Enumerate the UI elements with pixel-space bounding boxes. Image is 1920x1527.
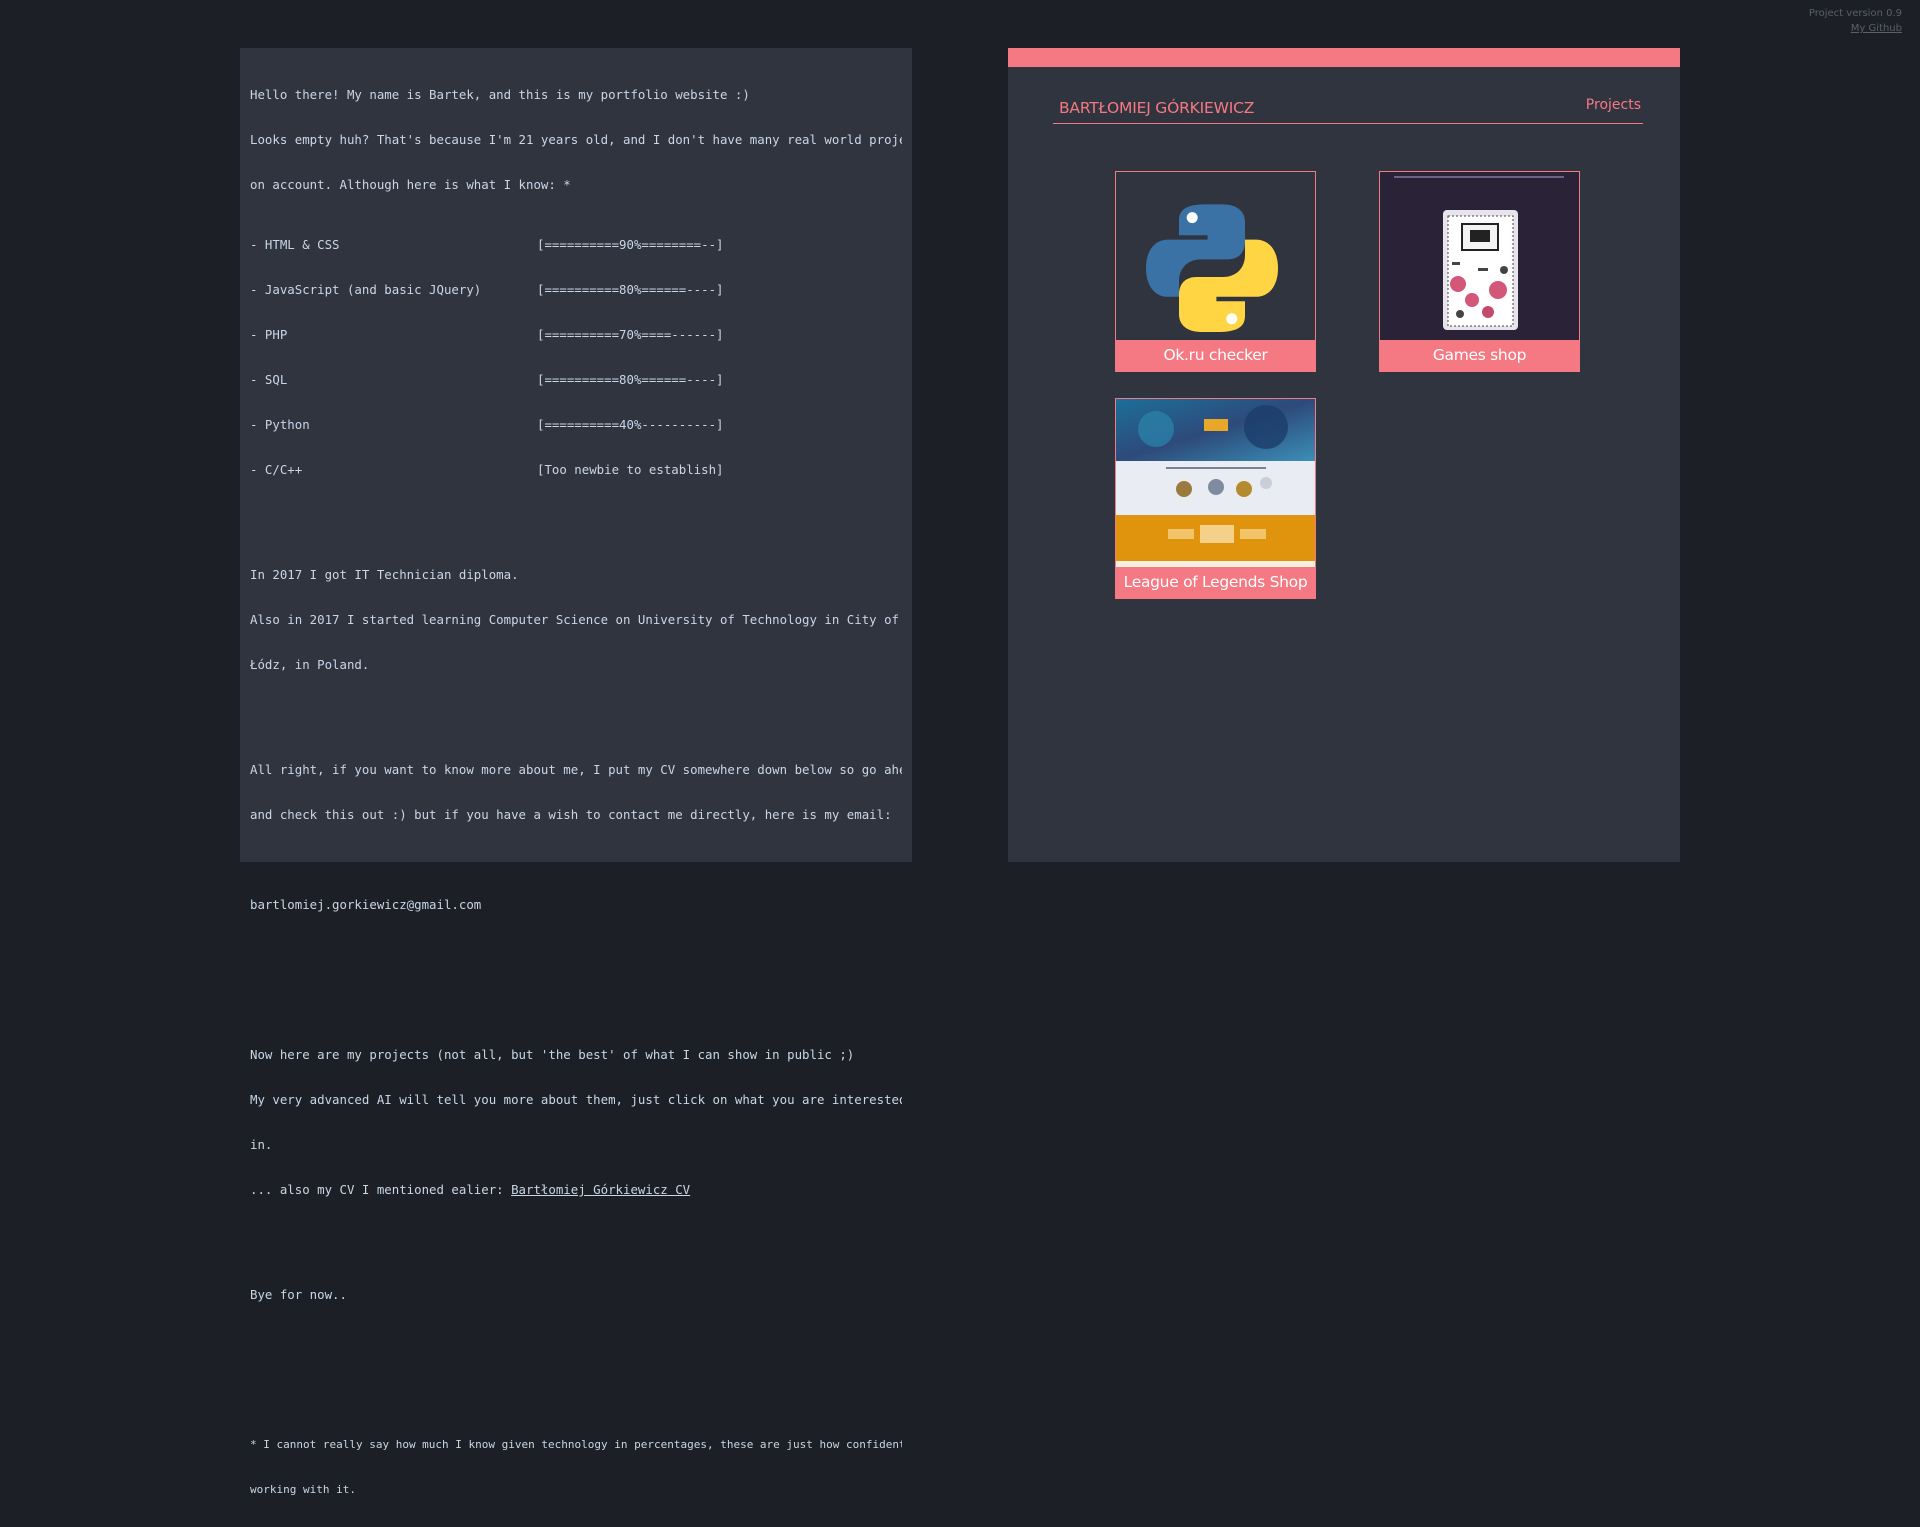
intro-line: on account. Although here is what I know… [250,177,571,192]
skill-name: - Python [250,417,310,432]
about-terminal-panel: Hello there! My name is Bartek, and this… [240,48,912,1496]
python-logo-icon [1116,172,1315,341]
skill-bar: [==========70%====------] [537,327,724,342]
github-link[interactable]: My Github [1809,21,1902,36]
portfolio-header: BARTŁOMIEJ GÓRKIEWICZ Projects [1053,97,1643,124]
contact-line: and check this out :) but if you have a … [250,807,892,822]
skill-row: - JavaScript (and basic JQuery) [========… [250,282,902,297]
email-text: bartlomiej.gorkiewicz@gmail.com [250,897,482,912]
panel-accent-bar [1008,48,1680,67]
bye-text: Bye for now.. [250,1287,347,1302]
project-version: Project version 0.9 [1808,8,1902,19]
project-label: Games shop [1380,340,1579,371]
project-label: Ok.ru checker [1116,340,1315,371]
gameboy-screenshot-icon [1380,172,1579,341]
cv-link[interactable]: Bartłomiej Górkiewicz CV [511,1182,690,1197]
project-label: League of Legends Shop [1116,567,1315,598]
project-card-ok-ru-checker[interactable]: Ok.ru checker [1115,171,1316,372]
footnote-line: * I cannot really say how much I know gi… [250,1438,902,1451]
lol-shop-screenshot-icon [1116,399,1315,568]
skill-name: - JavaScript (and basic JQuery) [250,282,482,297]
project-card-lol-shop[interactable]: League of Legends Shop [1115,398,1316,599]
skill-bar: [==========90%========--] [537,237,724,252]
skill-bar: [Too newbie to establish] [537,462,724,477]
contact-line: All right, if you want to know more abou… [250,762,902,777]
cv-prefix: ... also my CV I mentioned ealier: [250,1182,512,1197]
terminal-text: Hello there! My name is Bartek, and this… [250,57,902,1527]
portfolio-panel: BARTŁOMIEJ GÓRKIEWICZ Projects Ok.ru che… [1008,48,1680,862]
education-line: Also in 2017 I started learning Computer… [250,612,900,627]
owner-name: BARTŁOMIEJ GÓRKIEWICZ [1059,99,1255,117]
skill-name: - SQL [250,372,288,387]
cv-line: ... also my CV I mentioned ealier: Bartł… [250,1182,902,1197]
skill-row: - HTML & CSS [==========90%========--] [250,237,902,252]
projects-intro-line: Now here are my projects (not all, but '… [250,1047,855,1062]
skill-name: - PHP [250,327,288,342]
skill-row: - Python [==========40%----------] [250,417,902,432]
skill-bar: [==========80%======----] [537,372,724,387]
education-line: In 2017 I got IT Technician diploma. [250,567,519,582]
nav-projects-link[interactable]: Projects [1586,97,1641,113]
projects-intro-line: in. [250,1137,273,1152]
skill-name: - C/C++ [250,462,303,477]
project-card-games-shop[interactable]: Games shop [1379,171,1580,372]
skill-bar: [==========40%----------] [537,417,724,432]
skill-row: - SQL [==========80%======----] [250,372,902,387]
skill-name: - HTML & CSS [250,237,340,252]
skill-row: - C/C++ [Too newbie to establish] [250,462,902,477]
education-line: Łódz, in Poland. [250,657,370,672]
footnote-line: working with it. [250,1483,356,1496]
skill-row: - PHP [==========70%====------] [250,327,902,342]
skill-bar: [==========80%======----] [537,282,724,297]
projects-intro-line: My very advanced AI will tell you more a… [250,1092,902,1107]
intro-line: Looks empty huh? That's because I'm 21 y… [250,132,902,147]
corner-info: Project version 0.9 My Github [1809,6,1902,36]
intro-line: Hello there! My name is Bartek, and this… [250,87,750,102]
